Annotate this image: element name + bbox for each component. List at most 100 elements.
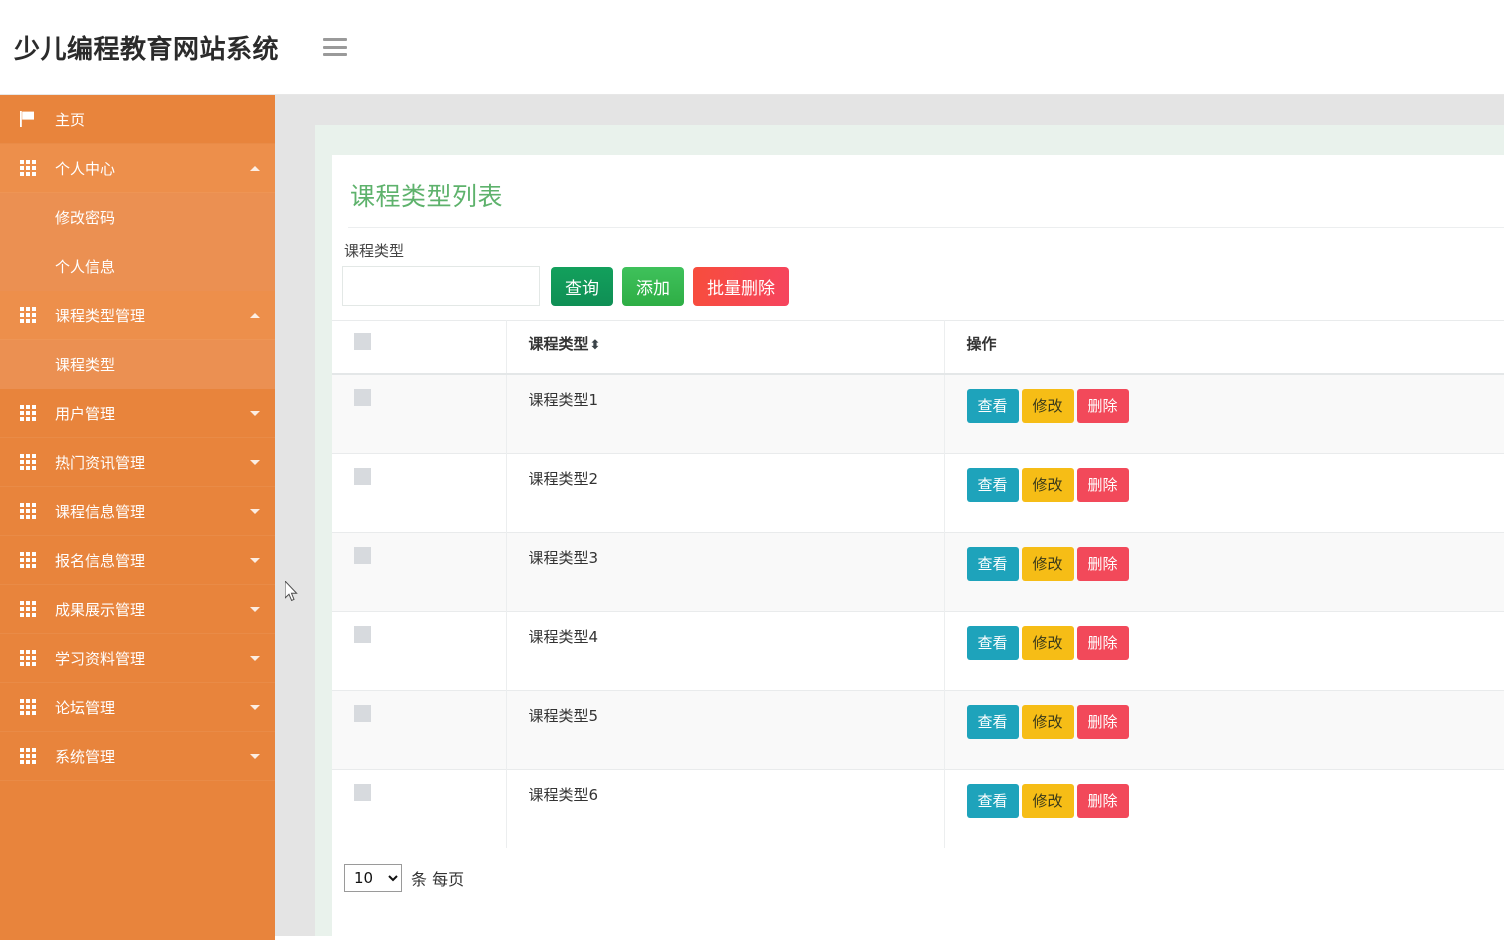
pagination-bar: 102050100 条 每页	[332, 848, 1504, 892]
delete-button[interactable]: 删除	[1076, 704, 1129, 739]
grid-icon	[0, 601, 55, 617]
chevron-down-icon	[235, 655, 275, 661]
sidebar-item-label: 用户管理	[55, 404, 116, 423]
sidebar-item-9[interactable]: 报名信息管理	[0, 536, 275, 585]
hamburger-line	[323, 45, 348, 49]
table-row: 课程类型2 查看 修改 删除	[332, 452, 1504, 532]
edit-button[interactable]: 修改	[1021, 546, 1074, 581]
table-row: 课程类型4 查看 修改 删除	[332, 610, 1504, 690]
chevron-down-icon	[235, 557, 275, 563]
row-checkbox-cell	[332, 373, 507, 453]
view-button[interactable]: 查看	[966, 625, 1019, 660]
batch-delete-button[interactable]: 批量删除	[693, 267, 789, 306]
view-button[interactable]: 查看	[966, 467, 1019, 502]
view-button[interactable]: 查看	[966, 783, 1019, 818]
hamburger-line	[323, 38, 348, 41]
row-checkbox-cell	[332, 768, 507, 848]
sidebar-item-label: 课程类型管理	[55, 306, 146, 325]
delete-button[interactable]: 删除	[1076, 783, 1129, 818]
course-type-table: 课程类型⬍ 操作 课程类型1 查看 修改 删除 课程类型2 查看 修改 删除 课程类型3 查看 修改…	[332, 320, 1504, 848]
page-size-suffix: 条 每页	[411, 869, 465, 889]
table-row: 课程类型5 查看 修改 删除	[332, 689, 1504, 769]
query-button[interactable]: 查询	[551, 267, 613, 306]
row-actions-cell: 查看 修改 删除	[944, 373, 1504, 453]
table-head: 课程类型⬍ 操作	[332, 320, 1504, 375]
grid-icon	[0, 552, 55, 568]
chevron-up-icon	[235, 165, 275, 171]
sidebar-item-1[interactable]: 个人中心	[0, 144, 275, 193]
sidebar-item-label: 课程类型	[55, 356, 116, 374]
edit-button[interactable]: 修改	[1021, 388, 1074, 423]
course-type-name-cell: 课程类型6	[506, 768, 945, 848]
row-checkbox-cell	[332, 610, 507, 690]
sidebar-item-2[interactable]: 修改密码	[0, 193, 275, 242]
view-button[interactable]: 查看	[966, 704, 1019, 739]
sidebar-item-12[interactable]: 论坛管理	[0, 683, 275, 732]
th-course-type[interactable]: 课程类型⬍	[506, 320, 945, 375]
delete-button[interactable]: 删除	[1076, 546, 1129, 581]
chevron-down-icon	[235, 410, 275, 416]
row-checkbox[interactable]	[354, 467, 371, 485]
row-checkbox[interactable]	[354, 783, 371, 801]
th-select-all	[332, 320, 507, 375]
sidebar-item-5[interactable]: 课程类型	[0, 340, 275, 389]
course-type-name-cell: 课程类型4	[506, 610, 945, 690]
sidebar-item-3[interactable]: 个人信息	[0, 242, 275, 291]
app-header: 少儿编程教育网站系统	[0, 0, 1504, 95]
sidebar-item-0[interactable]: 主页	[0, 95, 275, 144]
row-checkbox-cell	[332, 452, 507, 532]
row-checkbox[interactable]	[354, 546, 371, 564]
sidebar-item-11[interactable]: 学习资料管理	[0, 634, 275, 683]
search-input[interactable]	[342, 266, 540, 306]
view-button[interactable]: 查看	[966, 546, 1019, 581]
sidebar-item-label: 修改密码	[55, 209, 116, 227]
grid-icon	[0, 160, 55, 176]
page-title: 少儿编程教育网站系统	[14, 34, 280, 65]
sidebar-item-label: 论坛管理	[55, 698, 116, 717]
hamburger-menu-icon[interactable]	[323, 38, 348, 56]
select-all-checkbox[interactable]	[354, 333, 371, 350]
sidebar-item-6[interactable]: 用户管理	[0, 389, 275, 438]
course-type-name-cell: 课程类型2	[506, 452, 945, 532]
sidebar-item-label: 成果展示管理	[55, 600, 146, 619]
edit-button[interactable]: 修改	[1021, 783, 1074, 818]
flag-icon	[0, 110, 55, 128]
delete-button[interactable]: 删除	[1076, 467, 1129, 502]
chevron-down-icon	[235, 606, 275, 612]
page-size-select[interactable]: 102050100	[344, 863, 402, 892]
sidebar-item-label: 报名信息管理	[55, 551, 146, 570]
row-checkbox-cell	[332, 689, 507, 769]
grid-icon	[0, 405, 55, 421]
sort-indicator-icon[interactable]: ⬍	[590, 338, 601, 353]
course-type-card: 课程类型列表 课程类型 查询 添加 批量删除 课程类型⬍ 操作 课程类型1 查看…	[332, 155, 1504, 940]
sidebar-item-4[interactable]: 课程类型管理	[0, 291, 275, 340]
row-checkbox[interactable]	[354, 625, 371, 643]
sidebar-item-7[interactable]: 热门资讯管理	[0, 438, 275, 487]
add-button[interactable]: 添加	[622, 267, 684, 306]
search-field-label: 课程类型	[344, 242, 405, 260]
edit-button[interactable]: 修改	[1021, 467, 1074, 502]
th-course-type-label: 课程类型	[528, 335, 589, 353]
row-checkbox[interactable]	[354, 704, 371, 722]
row-checkbox[interactable]	[354, 388, 371, 406]
sidebar-item-8[interactable]: 课程信息管理	[0, 487, 275, 536]
delete-button[interactable]: 删除	[1076, 625, 1129, 660]
row-actions-cell: 查看 修改 删除	[944, 452, 1504, 532]
row-checkbox-cell	[332, 531, 507, 611]
view-button[interactable]: 查看	[966, 388, 1019, 423]
sidebar-item-13[interactable]: 系统管理	[0, 732, 275, 781]
sidebar-item-label: 热门资讯管理	[55, 453, 146, 472]
table-header-row: 课程类型⬍ 操作	[332, 320, 1504, 375]
search-field-wrap: 课程类型	[342, 240, 542, 306]
chevron-down-icon	[235, 753, 275, 759]
content-area: 课程类型列表 课程类型 查询 添加 批量删除 课程类型⬍ 操作 课程类型1 查看…	[275, 95, 1504, 940]
edit-button[interactable]: 修改	[1021, 625, 1074, 660]
sidebar-item-label: 主页	[55, 110, 86, 129]
table-body: 课程类型1 查看 修改 删除 课程类型2 查看 修改 删除 课程类型3 查看 修改 删除 课程类型4 查看…	[332, 373, 1504, 848]
course-type-name-cell: 课程类型1	[506, 373, 945, 453]
edit-button[interactable]: 修改	[1021, 704, 1074, 739]
sidebar-item-10[interactable]: 成果展示管理	[0, 585, 275, 634]
chevron-down-icon	[235, 508, 275, 514]
delete-button[interactable]: 删除	[1076, 388, 1129, 423]
sidebar-item-label: 个人信息	[55, 258, 116, 276]
